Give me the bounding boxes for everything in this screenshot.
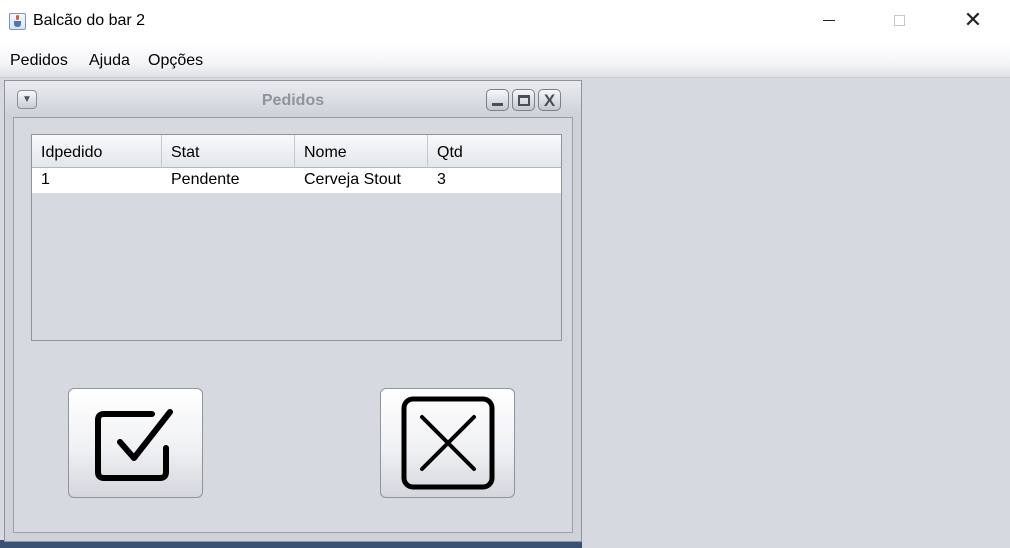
cell-qtd: 3	[437, 171, 446, 188]
app-window: Balcão do bar 2 ✕ Pedidos Ajuda Opções ▼…	[0, 0, 1010, 548]
menu-opcoes[interactable]: Opções	[148, 52, 203, 70]
table-header: Idpedido Stat Nome Qtd	[32, 135, 561, 168]
menu-bar: Pedidos Ajuda Opções	[0, 44, 1010, 78]
orders-table[interactable]: Idpedido Stat Nome Qtd 1 Pendente Cervej…	[31, 134, 562, 341]
cell-idpedido: 1	[41, 171, 50, 188]
column-header-idpedido[interactable]: Idpedido	[32, 135, 162, 168]
minimize-icon	[492, 102, 503, 106]
close-icon: X	[543, 90, 556, 110]
maximize-icon	[517, 94, 530, 106]
maximize-button[interactable]	[876, 0, 922, 40]
column-header-stat[interactable]: Stat	[162, 135, 295, 168]
menu-pedidos[interactable]: Pedidos	[10, 52, 68, 70]
frame-close-button[interactable]: X	[538, 89, 561, 111]
internal-frame-title-bar[interactable]: ▼ Pedidos X	[5, 81, 581, 117]
minimize-icon	[823, 19, 835, 21]
column-header-qtd[interactable]: Qtd	[428, 135, 561, 168]
cancel-button[interactable]	[380, 388, 515, 498]
title-bar[interactable]: Balcão do bar 2 ✕	[0, 0, 1010, 44]
frame-minimize-button[interactable]	[486, 89, 509, 111]
pedidos-internal-frame: ▼ Pedidos X Idpedido Stat Nome Qtd 1 Pen…	[4, 80, 582, 542]
table-row[interactable]: 1 Pendente Cerveja Stout 3	[32, 168, 561, 193]
java-app-icon	[9, 13, 26, 30]
confirm-button[interactable]	[68, 388, 203, 498]
window-title: Balcão do bar 2	[33, 12, 146, 29]
cell-stat: Pendente	[171, 171, 240, 188]
column-header-nome[interactable]: Nome	[295, 135, 428, 168]
menu-ajuda[interactable]: Ajuda	[89, 52, 130, 70]
cell-nome: Cerveja Stout	[304, 171, 401, 188]
close-icon: ✕	[963, 7, 983, 32]
internal-frame-content: Idpedido Stat Nome Qtd 1 Pendente Cervej…	[13, 117, 573, 533]
maximize-icon	[893, 14, 905, 26]
checkbox-checked-icon	[94, 409, 173, 481]
minimize-button[interactable]	[806, 0, 852, 40]
close-button[interactable]: ✕	[950, 0, 996, 40]
frame-maximize-button[interactable]	[512, 89, 535, 111]
close-box-icon	[401, 396, 494, 490]
